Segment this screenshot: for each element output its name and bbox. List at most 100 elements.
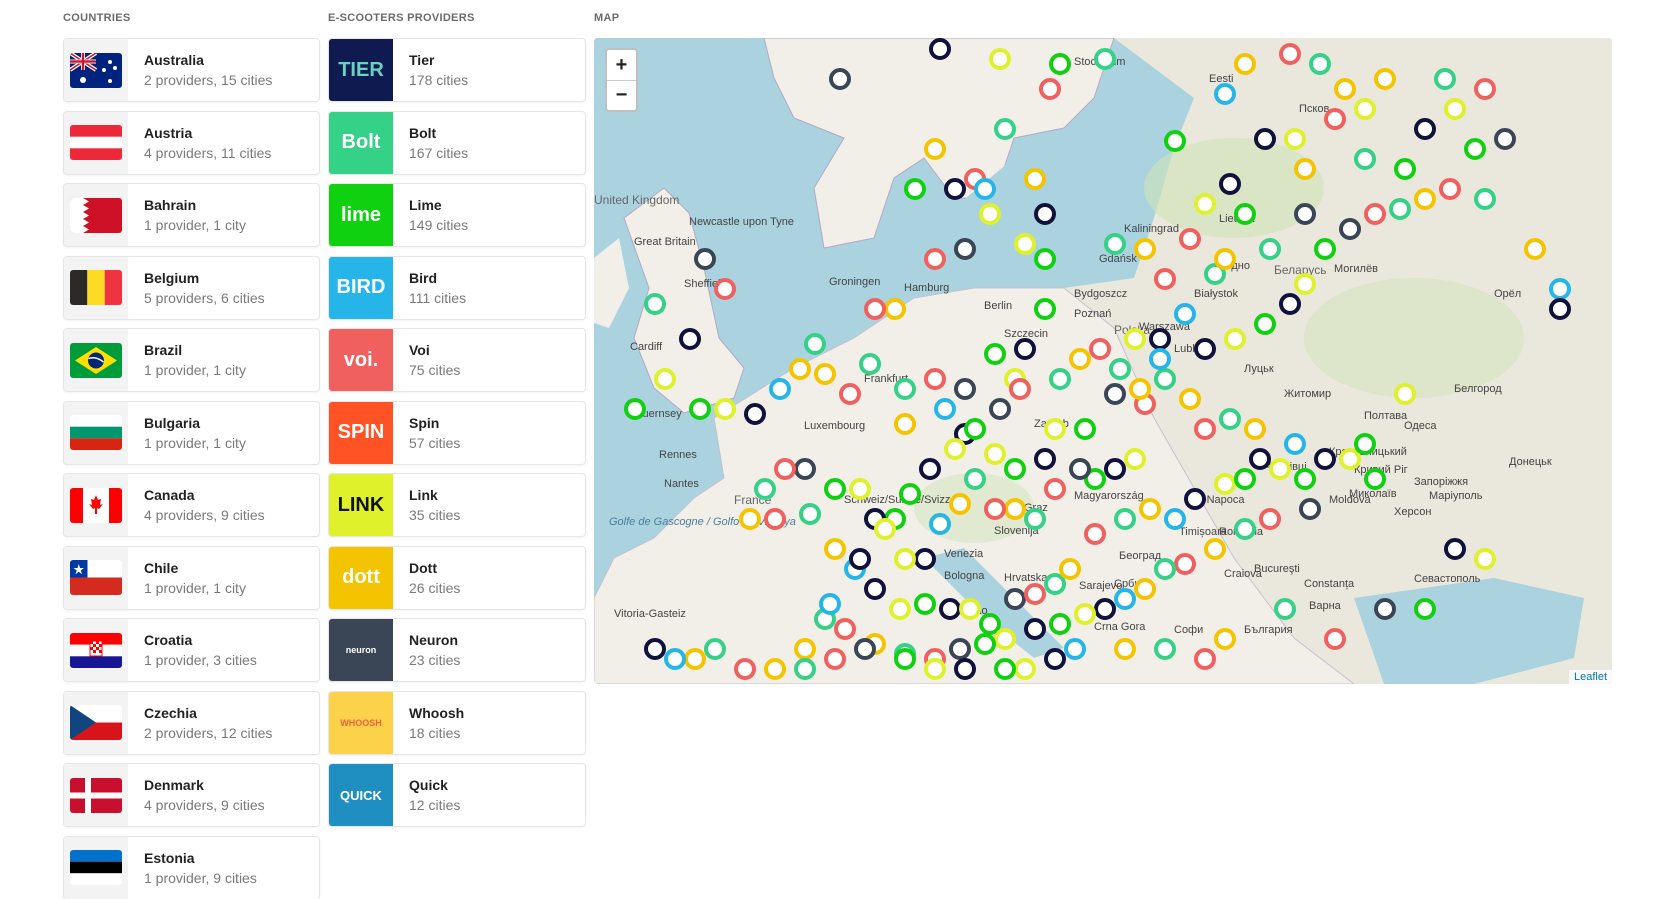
city-marker-icon[interactable] bbox=[824, 478, 846, 500]
map-view[interactable]: + − United Kingdom Newcastle upon Tyne Gre… bbox=[594, 38, 1612, 684]
city-marker-icon[interactable] bbox=[904, 178, 926, 200]
city-marker-icon[interactable] bbox=[1274, 598, 1296, 620]
city-marker-icon[interactable] bbox=[679, 328, 701, 350]
city-marker-icon[interactable] bbox=[1244, 418, 1266, 440]
city-marker-icon[interactable] bbox=[1214, 628, 1236, 650]
city-marker-icon[interactable] bbox=[1494, 128, 1516, 150]
city-marker-icon[interactable] bbox=[1549, 278, 1571, 300]
city-marker-icon[interactable] bbox=[1184, 488, 1206, 510]
city-marker-icon[interactable] bbox=[989, 398, 1011, 420]
city-marker-icon[interactable] bbox=[954, 658, 976, 680]
city-marker-icon[interactable] bbox=[1374, 598, 1396, 620]
city-marker-icon[interactable] bbox=[1009, 378, 1031, 400]
city-marker-icon[interactable] bbox=[1314, 238, 1336, 260]
city-marker-icon[interactable] bbox=[994, 118, 1016, 140]
city-marker-icon[interactable] bbox=[1154, 368, 1176, 390]
city-marker-icon[interactable] bbox=[1524, 238, 1546, 260]
city-marker-icon[interactable] bbox=[1114, 588, 1136, 610]
country-card-estonia[interactable]: Estonia 1 provider, 9 cities bbox=[63, 835, 320, 899]
city-marker-icon[interactable] bbox=[799, 503, 821, 525]
city-marker-icon[interactable] bbox=[1204, 538, 1226, 560]
city-marker-icon[interactable] bbox=[949, 493, 971, 515]
city-marker-icon[interactable] bbox=[1309, 53, 1331, 75]
city-marker-icon[interactable] bbox=[964, 418, 986, 440]
city-marker-icon[interactable] bbox=[739, 508, 761, 530]
city-marker-icon[interactable] bbox=[924, 138, 946, 160]
city-marker-icon[interactable] bbox=[1154, 638, 1176, 660]
city-marker-icon[interactable] bbox=[1234, 203, 1256, 225]
city-marker-icon[interactable] bbox=[839, 383, 861, 405]
city-marker-icon[interactable] bbox=[1294, 273, 1316, 295]
country-card-bulgaria[interactable]: Bulgaria 1 provider, 1 city bbox=[63, 400, 320, 465]
city-marker-icon[interactable] bbox=[1354, 433, 1376, 455]
city-marker-icon[interactable] bbox=[1049, 613, 1071, 635]
city-marker-icon[interactable] bbox=[924, 248, 946, 270]
city-marker-icon[interactable] bbox=[1194, 418, 1216, 440]
country-card-chile[interactable]: Chile 1 provider, 1 city bbox=[63, 545, 320, 610]
city-marker-icon[interactable] bbox=[1104, 383, 1126, 405]
city-marker-icon[interactable] bbox=[1324, 628, 1346, 650]
city-marker-icon[interactable] bbox=[864, 578, 886, 600]
city-marker-icon[interactable] bbox=[1434, 68, 1456, 90]
city-marker-icon[interactable] bbox=[954, 238, 976, 260]
city-marker-icon[interactable] bbox=[754, 478, 776, 500]
city-marker-icon[interactable] bbox=[994, 658, 1016, 680]
city-marker-icon[interactable] bbox=[1089, 338, 1111, 360]
city-marker-icon[interactable] bbox=[994, 628, 1016, 650]
city-marker-icon[interactable] bbox=[894, 548, 916, 570]
provider-card-whoosh[interactable]: WHOOSH Whoosh 18 cities bbox=[328, 690, 586, 755]
city-marker-icon[interactable] bbox=[1354, 148, 1376, 170]
country-card-austria[interactable]: Austria 4 providers, 11 cities bbox=[63, 110, 320, 175]
provider-card-link[interactable]: LINK Link 35 cities bbox=[328, 473, 586, 537]
city-marker-icon[interactable] bbox=[1389, 198, 1411, 220]
city-marker-icon[interactable] bbox=[824, 648, 846, 670]
city-marker-icon[interactable] bbox=[829, 68, 851, 90]
city-marker-icon[interactable] bbox=[1374, 68, 1396, 90]
city-marker-icon[interactable] bbox=[774, 458, 796, 480]
city-marker-icon[interactable] bbox=[1004, 498, 1026, 520]
city-marker-icon[interactable] bbox=[1124, 328, 1146, 350]
city-marker-icon[interactable] bbox=[1354, 98, 1376, 120]
city-marker-icon[interactable] bbox=[974, 178, 996, 200]
city-marker-icon[interactable] bbox=[694, 248, 716, 270]
city-marker-icon[interactable] bbox=[1549, 298, 1571, 320]
country-card-belgium[interactable]: Belgium 5 providers, 6 cities bbox=[63, 255, 320, 320]
city-marker-icon[interactable] bbox=[1134, 578, 1156, 600]
city-marker-icon[interactable] bbox=[1219, 173, 1241, 195]
city-marker-icon[interactable] bbox=[1414, 188, 1436, 210]
city-marker-icon[interactable] bbox=[984, 343, 1006, 365]
city-marker-icon[interactable] bbox=[689, 398, 711, 420]
city-marker-icon[interactable] bbox=[984, 443, 1006, 465]
city-marker-icon[interactable] bbox=[794, 638, 816, 660]
city-marker-icon[interactable] bbox=[1074, 603, 1096, 625]
city-marker-icon[interactable] bbox=[1259, 238, 1281, 260]
city-marker-icon[interactable] bbox=[1034, 448, 1056, 470]
city-marker-icon[interactable] bbox=[1024, 168, 1046, 190]
city-marker-icon[interactable] bbox=[959, 598, 981, 620]
city-marker-icon[interactable] bbox=[1324, 108, 1346, 130]
city-marker-icon[interactable] bbox=[984, 498, 1006, 520]
city-marker-icon[interactable] bbox=[1314, 448, 1336, 470]
city-marker-icon[interactable] bbox=[944, 178, 966, 200]
city-marker-icon[interactable] bbox=[1154, 558, 1176, 580]
city-marker-icon[interactable] bbox=[1414, 598, 1436, 620]
city-marker-icon[interactable] bbox=[1179, 228, 1201, 250]
city-marker-icon[interactable] bbox=[664, 648, 686, 670]
city-marker-icon[interactable] bbox=[1339, 218, 1361, 240]
city-marker-icon[interactable] bbox=[1444, 538, 1466, 560]
city-marker-icon[interactable] bbox=[1259, 508, 1281, 530]
city-marker-icon[interactable] bbox=[849, 478, 871, 500]
city-marker-icon[interactable] bbox=[919, 458, 941, 480]
provider-card-lime[interactable]: lime Lime 149 cities bbox=[328, 183, 586, 247]
city-marker-icon[interactable] bbox=[1194, 193, 1216, 215]
city-marker-icon[interactable] bbox=[834, 618, 856, 640]
provider-card-quick[interactable]: QUICK Quick 12 cities bbox=[328, 763, 586, 827]
city-marker-icon[interactable] bbox=[794, 458, 816, 480]
country-card-bahrain[interactable]: Bahrain 1 provider, 1 city bbox=[63, 183, 320, 247]
provider-card-voi[interactable]: voi. Voi 75 cities bbox=[328, 328, 586, 392]
city-marker-icon[interactable] bbox=[1074, 418, 1096, 440]
city-marker-icon[interactable] bbox=[954, 378, 976, 400]
city-marker-icon[interactable] bbox=[1174, 303, 1196, 325]
provider-card-neuron[interactable]: neuron Neuron 23 cities bbox=[328, 618, 586, 682]
city-marker-icon[interactable] bbox=[714, 398, 736, 420]
